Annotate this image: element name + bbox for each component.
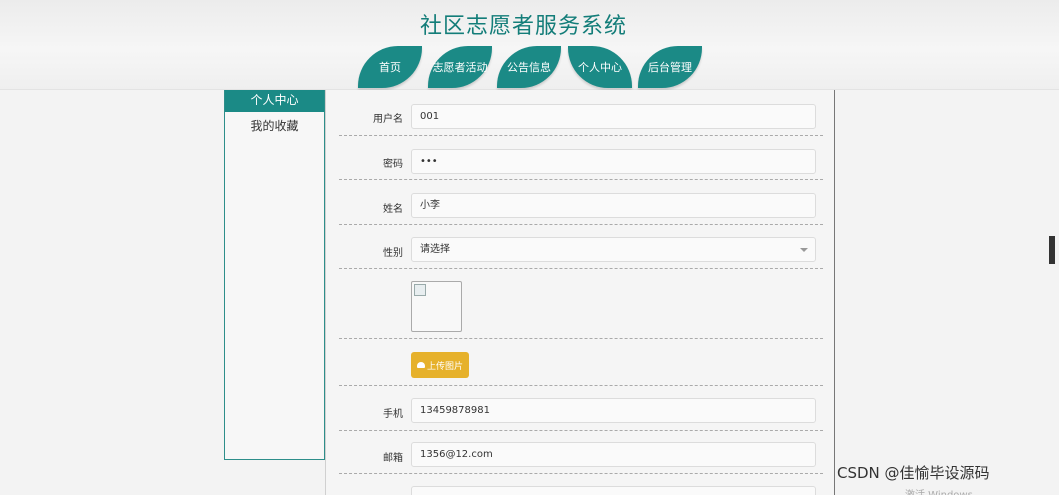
activate-windows-text: 激活 Windows xyxy=(905,486,973,495)
email-input[interactable]: 1356@12.com xyxy=(411,442,816,467)
phone-label: 手机 xyxy=(383,409,403,420)
gender-row: 性别 请选择 xyxy=(339,234,823,269)
scrollbar-thumb[interactable] xyxy=(1049,236,1055,264)
gender-select-value: 请选择 xyxy=(420,244,450,255)
site-title: 社区志愿者服务系统 xyxy=(419,14,627,39)
phone-input[interactable]: 13459878981 xyxy=(411,398,816,423)
nav-home[interactable]: 首页 xyxy=(358,46,422,88)
chevron-down-icon xyxy=(800,248,808,252)
sidebar-item-favorites[interactable]: 我的收藏 xyxy=(225,116,324,138)
name-label: 姓名 xyxy=(383,204,403,215)
username-row: 用户名 001 xyxy=(339,100,823,136)
header: 社区志愿者服务系统 首页 志愿者活动 公告信息 个人中心 后台管理 xyxy=(0,0,1059,90)
password-input[interactable]: ••• xyxy=(411,149,816,174)
nav-announcements[interactable]: 公告信息 xyxy=(497,46,561,88)
username-label: 用户名 xyxy=(373,114,403,125)
username-input[interactable]: 001 xyxy=(411,104,816,129)
avatar-image xyxy=(411,281,462,332)
csdn-watermark: CSDN @佳愉毕设源码 xyxy=(837,464,990,482)
main-nav: 首页 志愿者活动 公告信息 个人中心 后台管理 xyxy=(0,46,1059,88)
gender-select[interactable]: 请选择 xyxy=(411,237,816,262)
password-label: 密码 xyxy=(383,159,403,170)
nav-admin[interactable]: 后台管理 xyxy=(638,46,702,88)
name-row: 姓名 小李 xyxy=(339,189,823,225)
upload-button-label: 上传图片 xyxy=(426,361,463,372)
nav-personal-center[interactable]: 个人中心 xyxy=(568,46,632,88)
gender-label: 性别 xyxy=(383,248,403,259)
sidebar-item-personal-center[interactable]: 个人中心 xyxy=(225,90,324,112)
next-field-input[interactable] xyxy=(411,486,816,495)
upload-image-button[interactable]: 上传图片 xyxy=(411,352,469,378)
nav-volunteer-activities[interactable]: 志愿者活动 xyxy=(428,46,492,88)
upload-row: 上传图片 xyxy=(339,340,823,386)
name-input[interactable]: 小李 xyxy=(411,193,816,218)
cloud-upload-icon xyxy=(416,362,425,368)
phone-row: 手机 13459878981 xyxy=(339,394,823,431)
email-label: 邮箱 xyxy=(383,453,403,464)
password-row: 密码 ••• xyxy=(339,145,823,180)
email-row: 邮箱 1356@12.com xyxy=(339,438,823,474)
broken-image-icon xyxy=(414,284,426,296)
profile-form: 用户名 001 密码 ••• 姓名 小李 性别 请选择 上传图片 手机 1345… xyxy=(325,90,835,495)
sidebar: 个人中心 我的收藏 xyxy=(224,90,325,460)
page: 社区志愿者服务系统 首页 志愿者活动 公告信息 个人中心 后台管理 个人中心 我… xyxy=(0,0,1059,495)
avatar-row xyxy=(339,275,823,339)
address-row xyxy=(339,482,823,495)
